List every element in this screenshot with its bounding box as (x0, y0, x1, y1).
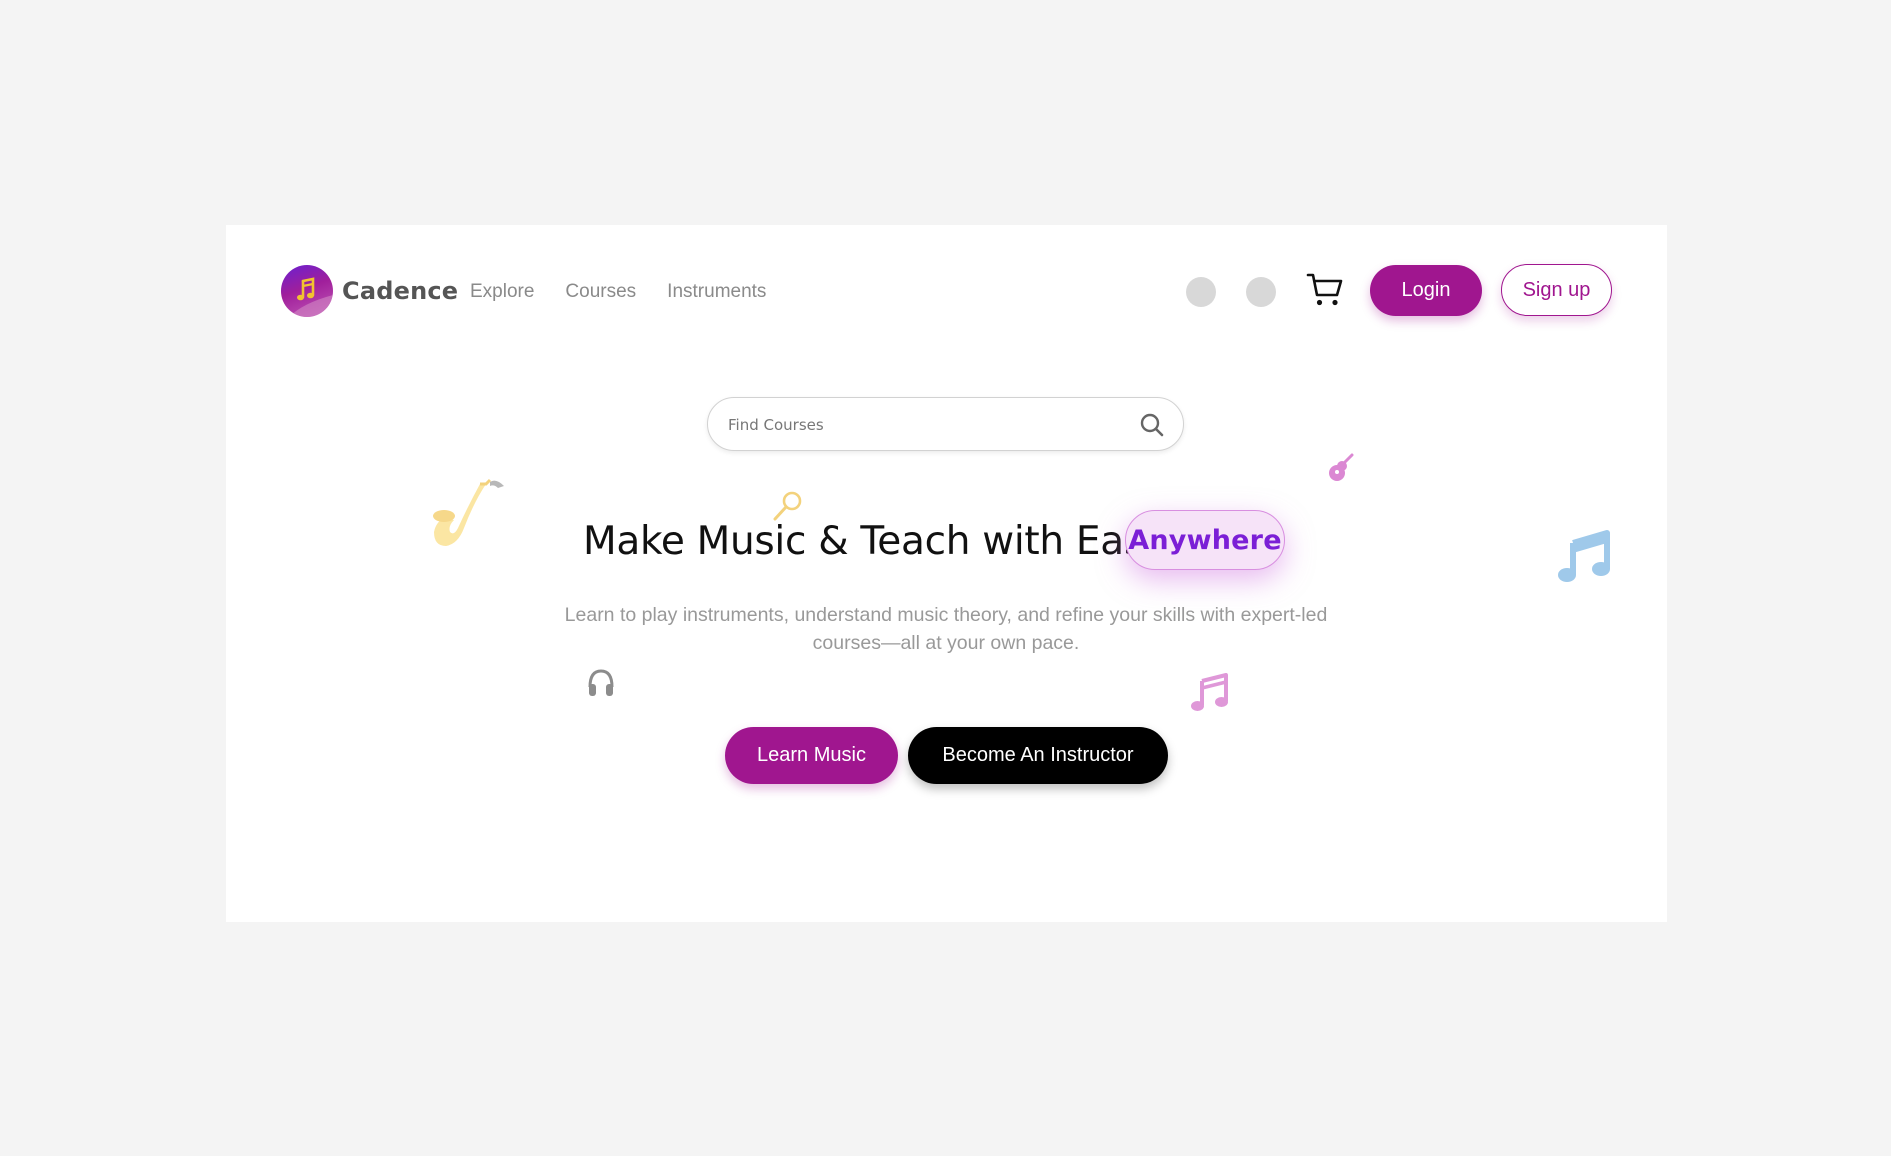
brand-logo[interactable]: Cadence (281, 265, 458, 317)
guitar-icon (1329, 453, 1354, 481)
brand-name: Cadence (342, 277, 459, 305)
music-note-icon (289, 277, 333, 317)
saxophone-icon (433, 478, 504, 546)
hero-subtitle: Learn to play instruments, understand mu… (564, 604, 1328, 654)
become-instructor-button[interactable]: Become An Instructor (908, 727, 1168, 784)
search-input[interactable] (726, 410, 1130, 440)
search-icon[interactable] (1139, 412, 1165, 438)
signup-button[interactable]: Sign up (1501, 264, 1612, 316)
nav-placeholder-icon[interactable] (1186, 277, 1216, 307)
nav-link-explore[interactable]: Explore (470, 281, 534, 303)
logo-badge (281, 265, 333, 317)
cart-icon[interactable] (1306, 272, 1344, 308)
music-notes-icon (1558, 530, 1610, 582)
highlight-text: Anywhere (1128, 524, 1282, 556)
landing-page-card: Cadence Explore Courses Instruments Logi… (226, 225, 1667, 922)
hero-headline: Make Music & Teach with Ease (583, 519, 1168, 564)
music-notes-icon (1191, 673, 1228, 711)
search-bar (707, 397, 1184, 451)
learn-music-button[interactable]: Learn Music (725, 727, 898, 784)
nav-placeholder-icon[interactable] (1246, 277, 1276, 307)
nav-link-instruments[interactable]: Instruments (667, 281, 766, 303)
highlight-badge: Anywhere (1125, 510, 1285, 570)
main-nav: Explore Courses Instruments (470, 281, 766, 303)
login-button[interactable]: Login (1370, 265, 1482, 316)
nav-link-courses[interactable]: Courses (565, 281, 636, 303)
headphones-icon (588, 669, 614, 696)
